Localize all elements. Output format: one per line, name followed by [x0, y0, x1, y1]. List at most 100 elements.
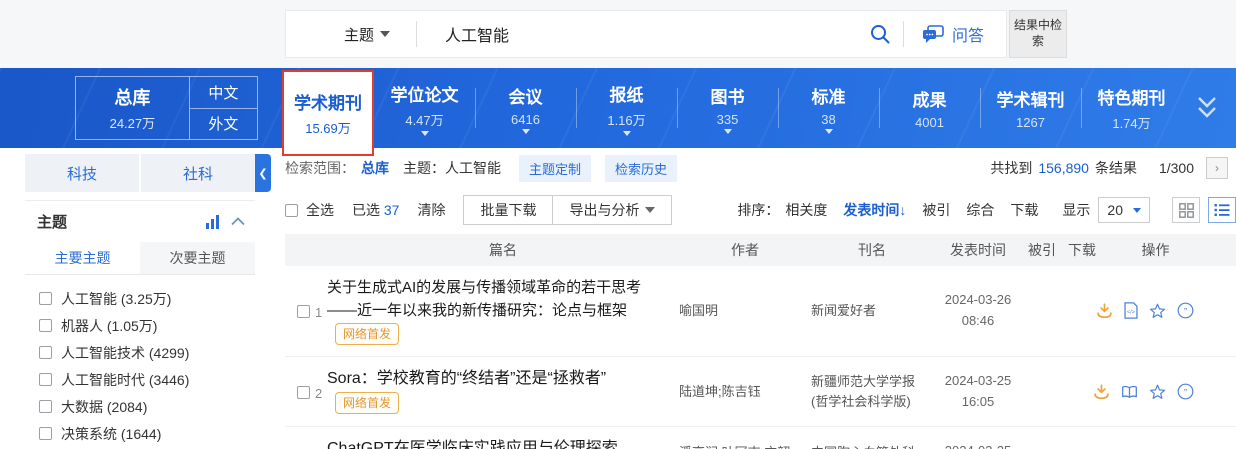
- topic-customize-button[interactable]: 主题定制: [519, 155, 591, 182]
- checkbox[interactable]: [39, 346, 52, 359]
- sidebar-tab-science[interactable]: 科技: [25, 154, 139, 192]
- chevron-down-icon: [645, 207, 655, 213]
- export-analyze-button[interactable]: 导出与分析: [552, 195, 672, 225]
- select-all-checkbox[interactable]: [285, 204, 298, 217]
- page-size-select[interactable]: 20: [1098, 197, 1150, 223]
- tab-conferences[interactable]: 会议 6416: [475, 68, 576, 148]
- header-download[interactable]: 下载: [1061, 240, 1103, 260]
- download-icon[interactable]: [1093, 384, 1110, 400]
- checkbox[interactable]: [39, 427, 52, 440]
- topic-filter-item[interactable]: 决策系统 (1644): [39, 420, 255, 447]
- download-icon[interactable]: [1096, 303, 1113, 319]
- bar-chart-icon[interactable]: [205, 215, 221, 229]
- sidebar-collapse-button[interactable]: ❮: [255, 154, 271, 192]
- list-view-icon: [1214, 203, 1230, 217]
- topic-filter-item[interactable]: 机器人 (1.05万): [39, 312, 255, 339]
- clear-selection-button[interactable]: 清除: [417, 200, 445, 220]
- qa-button[interactable]: 问答: [904, 22, 1006, 46]
- tab-books[interactable]: 图书 335: [677, 68, 778, 148]
- html-read-icon[interactable]: </>: [1124, 302, 1138, 319]
- row-checkbox[interactable]: [297, 386, 310, 399]
- topic-filter-item[interactable]: 人工智能技术 (4299): [39, 339, 255, 366]
- sort-cited[interactable]: 被引: [922, 200, 950, 220]
- search-in-results-button[interactable]: 结果中检索: [1009, 10, 1067, 58]
- topic-filter-item[interactable]: 人工智能时代 (3446): [39, 366, 255, 393]
- list-view-button[interactable]: [1208, 197, 1236, 223]
- nav-total-library[interactable]: 总库 24.27万: [76, 77, 189, 139]
- checkbox[interactable]: [39, 319, 52, 332]
- tab-count: 15.69万: [305, 118, 351, 137]
- tab-achievements[interactable]: 成果 4001: [879, 68, 980, 148]
- tab-label: 学术辑刊: [997, 86, 1065, 111]
- author-link[interactable]: 陆道坤;陈吉钰: [679, 384, 761, 399]
- checkbox[interactable]: [39, 292, 52, 305]
- tab-chinese[interactable]: 中文: [190, 77, 257, 108]
- chevron-down-icon: [522, 129, 530, 134]
- article-title-link[interactable]: Sora：学校教育的“终结者”还是“拯救者”: [327, 370, 606, 387]
- journal-link[interactable]: 新疆师范大学学报(哲学社会科学版): [811, 374, 915, 409]
- tab-academic-series[interactable]: 学术辑刊 1267: [980, 68, 1081, 148]
- results-count[interactable]: 156,890: [1038, 160, 1089, 176]
- sort-publish-time[interactable]: 发表时间↓: [843, 200, 906, 220]
- subtab-primary-topics[interactable]: 主要主题: [25, 242, 140, 274]
- article-title-link[interactable]: 关于生成式AI的发展与传播领域革命的若干思考——近一年以来我的新传播研究：论点与…: [327, 279, 641, 319]
- chevron-up-icon[interactable]: [231, 217, 245, 226]
- author-link[interactable]: 喻国明: [679, 303, 718, 318]
- search-input[interactable]: [417, 25, 857, 43]
- author-link[interactable]: 潘高涧;叶冠志;方韶韩;朱晓雷;刘鸿鸣: [679, 445, 790, 449]
- article-title-link[interactable]: ChatGPT在医学临床实践应用与伦理探索: [327, 440, 618, 449]
- batch-download-button[interactable]: 批量下载: [463, 195, 552, 225]
- tab-academic-journals[interactable]: 学术期刊 15.69万: [282, 70, 374, 156]
- tab-count: 6416: [511, 112, 540, 127]
- grid-view-button[interactable]: [1172, 197, 1200, 223]
- topic-section-header: 主题: [25, 200, 255, 242]
- sidebar-tab-social[interactable]: 社科: [141, 154, 255, 192]
- journal-link[interactable]: 新闻爱好者: [811, 303, 876, 318]
- topic-filter-item[interactable]: 人工智能 (3.25万): [39, 285, 255, 312]
- checkbox[interactable]: [39, 373, 52, 386]
- svg-text:”: ”: [1184, 307, 1187, 317]
- subtab-secondary-topics[interactable]: 次要主题: [140, 242, 255, 274]
- tab-label: 报纸: [610, 81, 644, 106]
- scope-row: 检索范围： 总库 主题：人工智能 主题定制 检索历史 共找到 156,890 条…: [285, 148, 1236, 188]
- topic-label: 人工智能时代 (3446): [61, 370, 189, 390]
- tab-label: 成果: [913, 86, 947, 111]
- journal-link[interactable]: 中国胸心血管外科临床杂志: [811, 445, 915, 449]
- next-page-button[interactable]: ›: [1206, 157, 1228, 179]
- tab-newspapers[interactable]: 报纸 1.16万: [576, 68, 677, 148]
- tab-count: 38: [821, 112, 835, 127]
- row-checkbox[interactable]: [297, 305, 310, 318]
- search-button[interactable]: [857, 23, 903, 45]
- double-chevron-down-icon: [1192, 92, 1222, 124]
- cite-quote-icon[interactable]: ”: [1177, 383, 1194, 400]
- cite-quote-icon[interactable]: ”: [1177, 302, 1194, 319]
- sort-controls: 排序： 相关度 发表时间↓ 被引 综合 下载 显示 20: [737, 197, 1236, 223]
- checkbox[interactable]: [39, 400, 52, 413]
- results-unit: 条结果: [1095, 158, 1137, 178]
- database-nav: 总库 24.27万 中文 外文 学术期刊 15.69万 学位论文 4.47万 会…: [0, 68, 1236, 148]
- favorite-star-icon[interactable]: [1149, 384, 1166, 400]
- sort-download[interactable]: 下载: [1010, 200, 1038, 220]
- favorite-star-icon[interactable]: [1149, 303, 1166, 319]
- chevron-down-icon: [1133, 208, 1141, 213]
- tab-foreign[interactable]: 外文: [190, 108, 257, 140]
- tab-special-journals[interactable]: 特色期刊 1.74万: [1081, 68, 1182, 148]
- tab-label: 图书: [711, 83, 745, 108]
- select-all-label[interactable]: 全选: [306, 200, 334, 220]
- scope-range-value[interactable]: 总库: [361, 158, 389, 178]
- row-index: 2: [315, 386, 322, 401]
- result-row: 2 Sora：学校教育的“终结者”还是“拯救者” 网络首发 陆道坤;陈吉钰 新疆…: [285, 357, 1236, 428]
- tab-label: 标准: [812, 83, 846, 108]
- nav-expand-button[interactable]: [1192, 92, 1222, 129]
- sort-relevance[interactable]: 相关度: [785, 200, 827, 220]
- sort-comprehensive[interactable]: 综合: [966, 200, 994, 220]
- tab-standards[interactable]: 标准 38: [778, 68, 879, 148]
- topic-filter-item[interactable]: 大数据 (2084): [39, 393, 255, 420]
- tab-theses[interactable]: 学位论文 4.47万: [374, 68, 475, 148]
- book-read-icon[interactable]: [1121, 385, 1138, 399]
- search-field-dropdown[interactable]: 主题: [286, 24, 416, 45]
- tab-label: 学位论文: [391, 81, 459, 106]
- header-cited[interactable]: 被引: [1023, 240, 1061, 260]
- search-history-button[interactable]: 检索历史: [605, 155, 677, 182]
- topic-label: 人工智能技术 (4299): [61, 343, 189, 363]
